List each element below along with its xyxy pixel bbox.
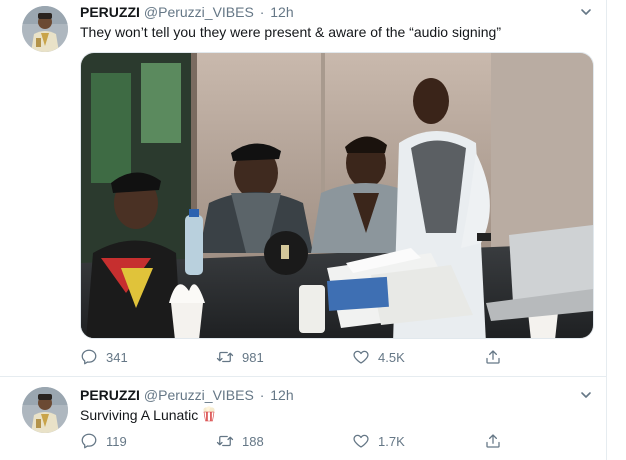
photo-image [81, 53, 593, 338]
timestamp[interactable]: 12h [270, 4, 293, 20]
chevron-down-icon[interactable] [576, 385, 596, 405]
separator-dot: · [259, 4, 265, 20]
like-button[interactable]: 1.7K [352, 431, 405, 451]
reply-button[interactable]: 119 [80, 431, 127, 451]
reply-icon [81, 433, 97, 449]
separator-dot: · [259, 387, 265, 403]
share-button[interactable] [484, 347, 502, 367]
display-name[interactable]: PERUZZI [80, 4, 140, 20]
timeline-border [606, 0, 607, 460]
reply-count: 341 [106, 349, 128, 365]
reply-count: 119 [106, 433, 127, 449]
retweet-icon [216, 435, 234, 447]
retweet-count: 188 [242, 433, 264, 449]
tweet-actions: 119 188 1.7K [80, 431, 520, 451]
tweet[interactable]: PERUZZI @Peruzzi_VIBES · 12h They won’t t… [0, 0, 606, 376]
tweet-header: PERUZZI @Peruzzi_VIBES · 12h [80, 385, 294, 405]
share-icon [486, 350, 500, 364]
timeline: PERUZZI @Peruzzi_VIBES · 12h They won’t t… [0, 0, 626, 460]
retweet-icon [216, 351, 234, 363]
avatar[interactable] [22, 6, 68, 52]
tweet-text: Surviving A Lunatic [80, 405, 216, 427]
retweet-button[interactable]: 188 [216, 431, 264, 451]
chevron-down-icon[interactable] [576, 2, 596, 22]
retweet-count: 981 [242, 349, 264, 365]
like-count: 1.7K [378, 433, 405, 449]
tweet-text-content: Surviving A Lunatic [80, 407, 199, 423]
tweet-text: They won’t tell you they were present & … [80, 24, 502, 40]
display-name[interactable]: PERUZZI [80, 387, 140, 403]
reply-button[interactable]: 341 [80, 347, 128, 367]
tweet-actions: 341 981 4.5K [80, 347, 520, 367]
popcorn-icon [202, 406, 216, 427]
tweet[interactable]: PERUZZI @Peruzzi_VIBES · 12h Surviving A … [0, 377, 606, 460]
avatar[interactable] [22, 387, 68, 433]
share-button[interactable] [484, 431, 502, 451]
share-icon [486, 434, 500, 448]
tweet-photo[interactable] [80, 52, 594, 339]
heart-icon [353, 434, 369, 448]
heart-icon [353, 350, 369, 364]
user-handle[interactable]: @Peruzzi_VIBES [144, 387, 254, 403]
retweet-button[interactable]: 981 [216, 347, 264, 367]
like-button[interactable]: 4.5K [352, 347, 405, 367]
like-count: 4.5K [378, 349, 405, 365]
tweet-header: PERUZZI @Peruzzi_VIBES · 12h [80, 2, 294, 22]
user-handle[interactable]: @Peruzzi_VIBES [144, 4, 254, 20]
timestamp[interactable]: 12h [270, 387, 293, 403]
reply-icon [81, 349, 97, 365]
